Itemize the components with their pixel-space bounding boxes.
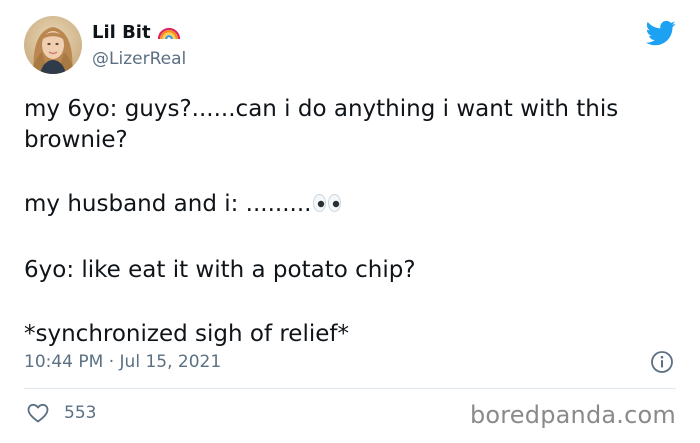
eyes-emoji [312, 191, 342, 222]
tweet-timestamp[interactable]: 10:44 PM · Jul 15, 2021 [24, 350, 221, 374]
tweet-line-2: my husband and i: ......... [24, 189, 664, 222]
like-action[interactable]: 553 [26, 401, 96, 425]
author-name-row[interactable]: Lil Bit [92, 21, 181, 45]
author-handle[interactable]: @LizerReal [92, 48, 186, 70]
tweet-line-3: 6yo: like eat it with a potato chip? [24, 257, 416, 283]
tweet-card: Lil Bit @LizerReal my 6yo: guys?......ca… [0, 0, 700, 443]
tweet-line-1: my 6yo: guys?......can i do anything i w… [24, 96, 626, 153]
meta-separator: · [108, 352, 115, 372]
divider [24, 388, 676, 389]
watermark: boredpanda.com [469, 401, 676, 429]
display-name[interactable]: Lil Bit [92, 21, 151, 45]
rainbow-icon [157, 22, 181, 44]
tweet-line-4: *synchronized sigh of relief* [24, 321, 349, 347]
avatar-image [24, 16, 82, 74]
tweet-date[interactable]: Jul 15, 2021 [120, 352, 222, 372]
like-count: 553 [64, 403, 97, 423]
tweet-time[interactable]: 10:44 PM [24, 352, 103, 372]
tweet-text: my 6yo: guys?......can i do anything i w… [24, 94, 664, 350]
avatar[interactable] [24, 16, 82, 74]
twitter-bird-icon[interactable] [644, 18, 678, 48]
heart-icon[interactable] [26, 401, 50, 425]
info-icon[interactable] [650, 350, 674, 374]
tweet-line-2-text: my husband and i: ......... [24, 191, 312, 217]
